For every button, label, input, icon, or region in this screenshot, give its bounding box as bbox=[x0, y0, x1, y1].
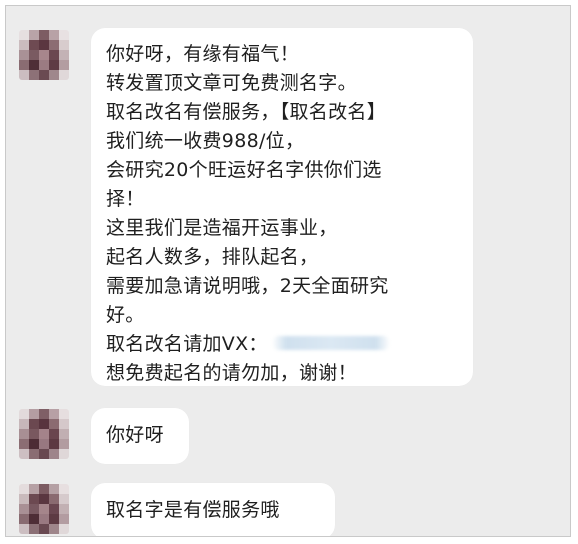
message-bubble[interactable]: 取名字是有偿服务哦 bbox=[91, 483, 335, 536]
chat-window: 你好呀，有缘有福气！ 转发置顶文章可免费测名字。 取名改名有偿服务，【取名改名】… bbox=[5, 5, 571, 537]
message-bubble[interactable]: 你好呀，有缘有福气！ 转发置顶文章可免费测名字。 取名改名有偿服务，【取名改名】… bbox=[91, 28, 473, 386]
message-line: 你好呀，有缘有福气！ bbox=[106, 43, 300, 65]
avatar-pixelated-image bbox=[19, 484, 69, 534]
message-line: 我们统一收费988/位， bbox=[106, 130, 305, 152]
avatar[interactable] bbox=[19, 30, 69, 80]
message-line: 转发置顶文章可免费测名字。 bbox=[106, 72, 357, 94]
avatar-pixelated-image bbox=[19, 409, 69, 459]
avatar-pixelated-image bbox=[19, 30, 69, 80]
message-line: 好。 bbox=[106, 304, 145, 326]
avatar[interactable] bbox=[19, 484, 69, 534]
message-bubble[interactable]: 你好呀 bbox=[91, 408, 189, 464]
message-line: 取名字是有偿服务哦 bbox=[106, 499, 280, 521]
blurred-contact-id bbox=[271, 335, 390, 350]
message-line: 想免费起名的请勿加，谢谢！ bbox=[106, 362, 357, 384]
message-line: 取名改名有偿服务，【取名改名】 bbox=[106, 101, 387, 123]
message-line-contact: 取名改名请加VX： bbox=[106, 330, 459, 359]
message-line-contact-text: 取名改名请加VX： bbox=[106, 333, 268, 355]
message-line: 需要加急请说明哦，2天全面研究 bbox=[106, 275, 389, 297]
message-line: 你好呀 bbox=[106, 424, 164, 446]
avatar[interactable] bbox=[19, 409, 69, 459]
message-line: 起名人数多，排队起名， bbox=[106, 246, 319, 268]
message-line: 择！ bbox=[106, 188, 145, 210]
message-line: 会研究20个旺运好名字供你们选 bbox=[106, 159, 382, 181]
message-line: 这里我们是造福开运事业， bbox=[106, 217, 338, 239]
